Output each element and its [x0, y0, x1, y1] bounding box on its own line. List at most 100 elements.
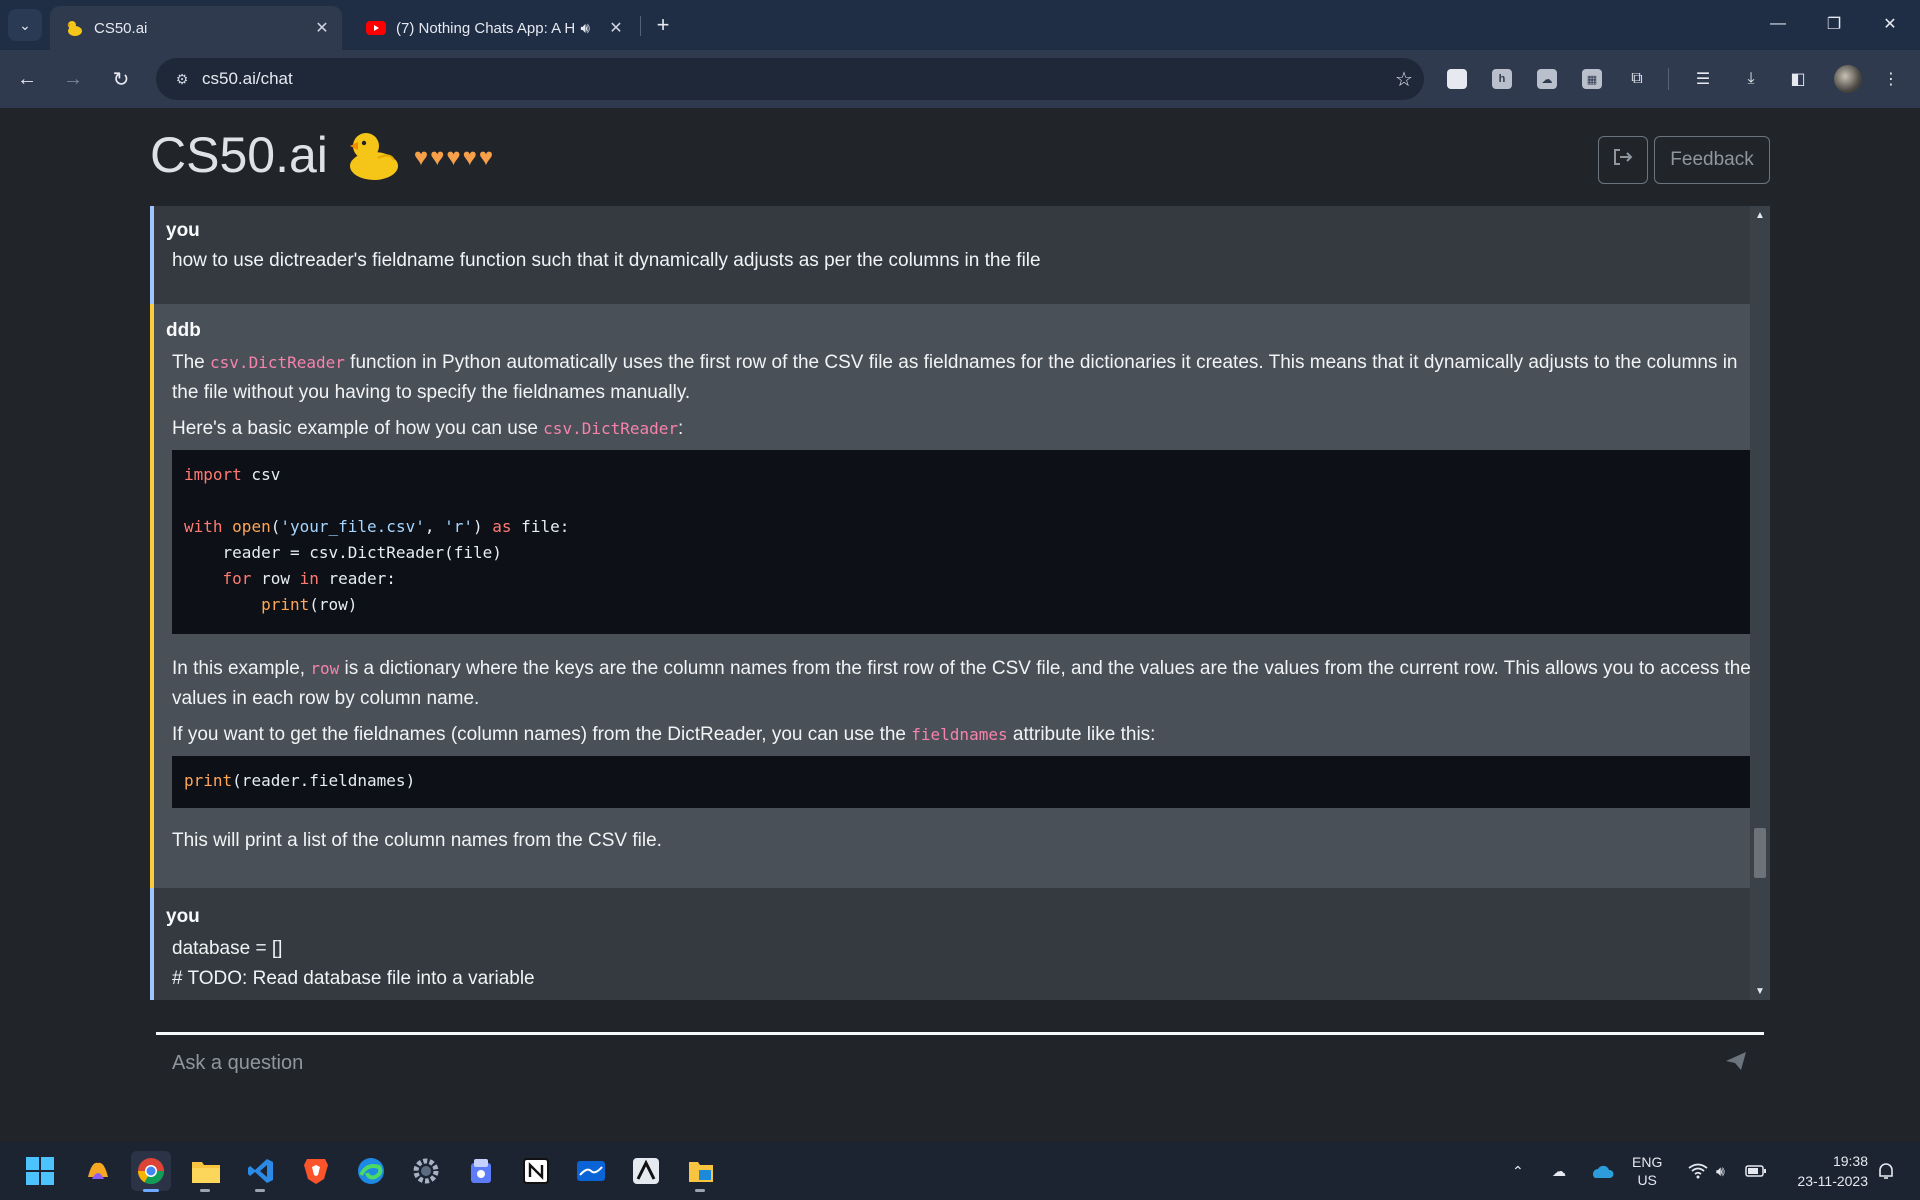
url-text[interactable]: cs50.ai/chat [202, 69, 1384, 89]
tray-overflow-chevron-icon[interactable]: ⌃ [1512, 1142, 1524, 1200]
running-indicator [255, 1189, 265, 1192]
heart-icon: ♥ [413, 144, 429, 171]
inline-code: fieldnames [911, 725, 1008, 744]
brand-title: CS50.ai [150, 127, 328, 183]
youtube-favicon-icon [366, 18, 386, 38]
duck-logo-icon [344, 128, 400, 182]
tab-cs50[interactable]: CS50.ai ✕ [50, 6, 342, 50]
message-text: # TODO: Read database file into a variab… [172, 968, 535, 989]
question-composer: Ask a question [156, 1032, 1764, 1092]
speaker-icon[interactable]: 🔊︎ [581, 20, 590, 37]
running-indicator [695, 1189, 705, 1192]
code-block[interactable]: import csv with open('your_file.csv', 'r… [172, 450, 1756, 634]
new-tab-button[interactable]: + [650, 12, 676, 38]
battery-icon[interactable] [1745, 1142, 1767, 1200]
code-block[interactable]: print(reader.fieldnames) [172, 756, 1756, 808]
language-code: ENG [1632, 1154, 1663, 1170]
capcut-icon[interactable] [626, 1151, 666, 1191]
side-panel-icon[interactable]: ◧ [1785, 66, 1811, 92]
mail-app-icon[interactable] [571, 1151, 611, 1191]
message-paragraph: If you want to get the fieldnames (colum… [172, 724, 1156, 745]
tab-youtube[interactable]: (7) Nothing Chats App: A H 🔊︎ ✕ [354, 6, 636, 50]
weather-cloud-icon[interactable]: ☁ [1552, 1142, 1566, 1200]
send-icon[interactable] [1724, 1050, 1764, 1078]
duck-favicon-icon [64, 18, 84, 38]
extensions-puzzle-icon[interactable]: ⧉ [1624, 66, 1650, 92]
back-button[interactable]: ← [12, 64, 42, 94]
reload-button[interactable]: ↻ [106, 64, 136, 94]
bookmark-star-icon[interactable]: ☆ [1384, 67, 1424, 92]
message-author: you [166, 220, 200, 241]
settings-gear-icon[interactable] [406, 1151, 446, 1191]
os-taskbar: ⌃ ☁ ENG US 🔊︎ 19:38 23-11-2023 [0, 1142, 1920, 1200]
close-tab-icon[interactable]: ✕ [310, 16, 334, 40]
scroll-down-arrow-icon[interactable]: ▼ [1750, 982, 1770, 1000]
browser-tabstrip: ⌄ CS50.ai ✕ (7) Nothing Chats App: A H 🔊… [0, 0, 1920, 50]
copilot-icon[interactable] [78, 1151, 118, 1191]
chat-scrollbar[interactable]: ▲ ▼ [1750, 206, 1770, 1000]
message-text: how to use dictreader's fieldname functi… [172, 250, 1041, 271]
notification-bell-icon[interactable] [1876, 1142, 1896, 1200]
folder-app-icon[interactable] [681, 1151, 721, 1192]
toolbar-divider [1668, 68, 1669, 90]
menu-kebab-icon[interactable]: ⋮ [1878, 66, 1904, 92]
page-content: CS50.ai ♥ ♥ ♥ ♥ ♥ Feedback you how to us… [0, 108, 1920, 1142]
vscode-icon[interactable] [241, 1151, 281, 1192]
clock[interactable]: 19:38 23-11-2023 [1786, 1142, 1868, 1200]
edge-icon[interactable] [351, 1151, 391, 1191]
input-language-indicator[interactable]: ENG US [1632, 1142, 1662, 1200]
forward-button[interactable]: → [58, 64, 88, 94]
user-message: you how to use dictreader's fieldname fu… [150, 206, 1770, 304]
assistant-message: ddb The csv.DictReader function in Pytho… [150, 304, 1770, 888]
question-input[interactable]: Ask a question [156, 1052, 1724, 1075]
chevron-down-icon: ⌄ [19, 16, 31, 33]
chat-transcript[interactable]: you how to use dictreader's fieldname fu… [150, 206, 1770, 1000]
heart-icon: ♥ [446, 144, 461, 171]
address-bar[interactable]: ⚙ cs50.ai/chat ☆ [156, 58, 1424, 100]
heart-icon: ♥ [478, 144, 494, 171]
message-paragraph: This will print a list of the column nam… [172, 830, 662, 851]
clock-date: 23-11-2023 [1797, 1173, 1868, 1189]
site-info-icon[interactable]: ⚙ [162, 71, 202, 88]
download-icon[interactable]: ⤓ [1738, 66, 1764, 92]
tab-search-button[interactable]: ⌄ [8, 9, 42, 41]
hearts-rating: ♥ ♥ ♥ ♥ ♥ [414, 146, 493, 170]
windows-start-icon[interactable] [20, 1151, 60, 1191]
snipping-tool-icon[interactable] [461, 1151, 501, 1191]
region-code: US [1637, 1172, 1657, 1188]
close-window-button[interactable]: ✕ [1862, 0, 1918, 48]
message-text: database = [] [172, 938, 283, 959]
inline-code: row [310, 659, 340, 678]
extension-h-icon[interactable]: h [1489, 66, 1515, 92]
logout-button[interactable] [1598, 136, 1648, 184]
close-tab-icon[interactable]: ✕ [604, 16, 628, 40]
message-paragraph: Here's a basic example of how you can us… [172, 418, 684, 439]
brave-icon[interactable] [296, 1151, 336, 1191]
restore-button[interactable]: ❐ [1806, 0, 1862, 48]
picture-in-picture-icon[interactable] [1444, 66, 1470, 92]
scroll-up-arrow-icon[interactable]: ▲ [1750, 206, 1770, 224]
feedback-button[interactable]: Feedback [1654, 136, 1770, 184]
scroll-thumb[interactable] [1754, 828, 1766, 878]
chrome-icon[interactable] [131, 1151, 171, 1192]
extension-grid-icon[interactable]: ▦ [1579, 66, 1605, 92]
onedrive-icon[interactable] [1590, 1142, 1614, 1200]
profile-avatar[interactable] [1834, 65, 1862, 93]
active-indicator [143, 1189, 159, 1192]
clock-time: 19:38 [1832, 1153, 1868, 1169]
brand: CS50.ai ♥ ♥ ♥ ♥ ♥ [150, 126, 493, 184]
logout-icon [1612, 147, 1634, 173]
notion-icon[interactable] [516, 1151, 556, 1191]
heart-icon: ♥ [430, 144, 445, 171]
media-control-icon[interactable]: ☰ [1690, 66, 1716, 92]
wifi-icon[interactable] [1688, 1142, 1708, 1200]
tab-divider [640, 16, 641, 36]
volume-icon[interactable]: 🔊︎ [1716, 1142, 1725, 1200]
extension-cloud-icon[interactable]: ☁ [1534, 66, 1560, 92]
minimize-button[interactable]: — [1750, 0, 1806, 48]
message-author: ddb [166, 320, 201, 341]
file-explorer-icon[interactable] [186, 1151, 226, 1192]
tab-title: (7) Nothing Chats App: A H [396, 19, 576, 37]
inline-code: csv.DictReader [210, 353, 345, 372]
user-message: you database = [] # TODO: Read database … [150, 888, 1770, 1000]
